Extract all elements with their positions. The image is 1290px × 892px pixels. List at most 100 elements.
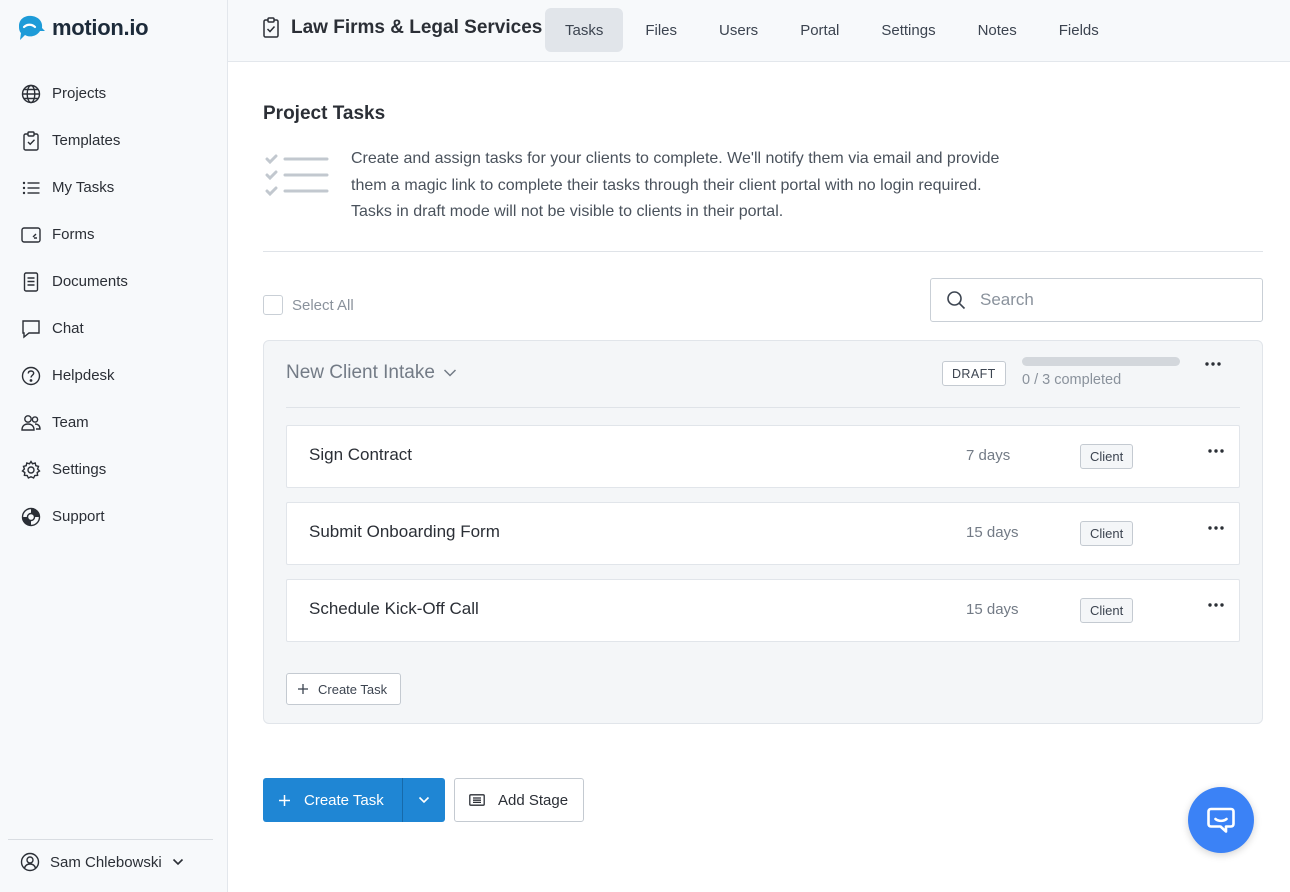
clipboard-check-icon bbox=[263, 17, 279, 38]
button-label: Create Task bbox=[318, 681, 388, 697]
avatar-icon bbox=[20, 852, 40, 872]
chat-icon bbox=[20, 318, 42, 340]
task-name: Schedule Kick-Off Call bbox=[309, 599, 479, 618]
create-task-options-button[interactable] bbox=[402, 778, 445, 822]
search-icon bbox=[947, 291, 966, 310]
tab-tasks[interactable]: Tasks bbox=[545, 8, 624, 52]
sidebar-item-templates[interactable]: Templates bbox=[0, 117, 228, 164]
project-title: Law Firms & Legal Services bbox=[291, 17, 543, 38]
status-badge: DRAFT bbox=[942, 361, 1006, 386]
sidebar-item-label: Forms bbox=[52, 226, 95, 243]
sidebar-item-label: Documents bbox=[52, 273, 128, 290]
gear-icon bbox=[20, 459, 42, 481]
chevron-down-icon bbox=[172, 858, 183, 866]
button-label: Create Task bbox=[304, 791, 384, 809]
search-input[interactable] bbox=[980, 290, 1240, 310]
project-tabs: Tasks Files Users Portal Settings Notes … bbox=[545, 8, 1121, 52]
chat-support-button[interactable] bbox=[1188, 787, 1254, 853]
tab-settings[interactable]: Settings bbox=[861, 8, 955, 52]
button-label: Add Stage bbox=[498, 791, 569, 809]
sidebar-item-projects[interactable]: Projects bbox=[0, 70, 228, 117]
tab-users[interactable]: Users bbox=[699, 8, 778, 52]
search-box[interactable] bbox=[930, 278, 1263, 322]
sidebar-item-label: Helpdesk bbox=[52, 367, 115, 384]
chat-bubble-icon bbox=[1207, 807, 1235, 833]
globe-icon bbox=[20, 83, 42, 105]
sidebar-nav: Projects Templates My Tasks Forms Docume… bbox=[0, 70, 228, 540]
user-name: Sam Chlebowski bbox=[50, 853, 162, 871]
tab-fields[interactable]: Fields bbox=[1039, 8, 1119, 52]
task-due: 15 days bbox=[966, 524, 1019, 541]
sidebar-item-label: Settings bbox=[52, 461, 107, 478]
select-all-checkbox[interactable]: Select All bbox=[263, 295, 354, 315]
stage-card: New Client Intake DRAFT 0 / 3 completed … bbox=[263, 340, 1263, 724]
stage-divider bbox=[286, 407, 1240, 408]
task-row[interactable]: Sign Contract 7 days Client bbox=[286, 425, 1240, 488]
sidebar-item-label: Chat bbox=[52, 320, 84, 337]
assignee-badge: Client bbox=[1080, 444, 1134, 469]
checkbox[interactable] bbox=[263, 295, 283, 315]
assignee-badge: Client bbox=[1080, 598, 1134, 623]
plus-icon bbox=[298, 684, 308, 694]
chevron-down-icon bbox=[443, 369, 456, 377]
user-menu[interactable]: Sam Chlebowski bbox=[20, 852, 184, 872]
more-options-icon[interactable] bbox=[1207, 448, 1225, 454]
question-icon bbox=[20, 365, 42, 387]
lifebuoy-icon bbox=[20, 506, 42, 528]
sidebar-item-support[interactable]: Support bbox=[0, 493, 228, 540]
sidebar-item-team[interactable]: Team bbox=[0, 399, 228, 446]
stage-title-dropdown[interactable]: New Client Intake bbox=[286, 362, 457, 384]
clipboard-icon bbox=[20, 130, 42, 152]
sidebar-item-forms[interactable]: Forms bbox=[0, 211, 228, 258]
sidebar-item-my-tasks[interactable]: My Tasks bbox=[0, 164, 228, 211]
more-options-icon[interactable] bbox=[1207, 525, 1225, 531]
page-description: Create and assign tasks for your clients… bbox=[351, 150, 1000, 220]
task-due: 7 days bbox=[966, 447, 1011, 464]
list-icon bbox=[20, 177, 42, 199]
team-icon bbox=[20, 412, 42, 434]
sidebar-item-documents[interactable]: Documents bbox=[0, 258, 228, 305]
sidebar-item-helpdesk[interactable]: Helpdesk bbox=[0, 352, 228, 399]
create-task-split-button: Create Task bbox=[263, 778, 445, 822]
task-name: Submit Onboarding Form bbox=[309, 522, 500, 541]
sidebar-item-chat[interactable]: Chat bbox=[0, 305, 228, 352]
task-row[interactable]: Schedule Kick-Off Call 15 days Client bbox=[286, 579, 1240, 642]
progress-text: 0 / 3 completed bbox=[1022, 372, 1122, 388]
create-task-button[interactable]: Create Task bbox=[263, 778, 402, 822]
task-row[interactable]: Submit Onboarding Form 15 days Client bbox=[286, 502, 1240, 565]
task-name: Sign Contract bbox=[309, 445, 412, 464]
assignee-badge: Client bbox=[1080, 521, 1134, 546]
sidebar-divider bbox=[8, 839, 213, 840]
chevron-down-icon bbox=[418, 796, 430, 804]
stage-name: New Client Intake bbox=[286, 362, 435, 383]
divider bbox=[263, 251, 1263, 252]
brand-logo[interactable]: motion.io bbox=[16, 14, 149, 42]
plus-icon bbox=[279, 794, 290, 806]
select-all-label: Select All bbox=[292, 296, 354, 314]
stage-list-icon bbox=[469, 794, 485, 806]
stage-create-task-button[interactable]: Create Task bbox=[286, 673, 402, 705]
more-options-icon[interactable] bbox=[1204, 361, 1222, 367]
task-due: 15 days bbox=[966, 601, 1019, 618]
sidebar: motion.io Projects Templates My Tasks Fo… bbox=[0, 0, 228, 892]
tab-notes[interactable]: Notes bbox=[958, 8, 1037, 52]
brand-name: motion.io bbox=[52, 15, 149, 40]
page-title: Project Tasks bbox=[263, 103, 386, 124]
sidebar-item-label: Templates bbox=[52, 132, 121, 149]
tab-portal[interactable]: Portal bbox=[780, 8, 859, 52]
progress-bar bbox=[1022, 357, 1180, 366]
sidebar-item-label: Projects bbox=[52, 85, 107, 102]
project-header: Law Firms & Legal Services Tasks Files U… bbox=[228, 0, 1290, 62]
checklist-icon bbox=[265, 154, 329, 197]
sidebar-item-label: Team bbox=[52, 414, 89, 431]
main-content: Project Tasks Create and assign tasks fo… bbox=[228, 63, 1290, 892]
motion-logo-icon bbox=[19, 15, 45, 40]
sidebar-item-settings[interactable]: Settings bbox=[0, 446, 228, 493]
add-stage-button[interactable]: Add Stage bbox=[454, 778, 584, 822]
more-options-icon[interactable] bbox=[1207, 602, 1225, 608]
document-icon bbox=[20, 271, 42, 293]
sidebar-item-label: My Tasks bbox=[52, 179, 115, 196]
tab-files[interactable]: Files bbox=[625, 8, 697, 52]
form-icon bbox=[20, 224, 42, 246]
sidebar-item-label: Support bbox=[52, 508, 105, 525]
